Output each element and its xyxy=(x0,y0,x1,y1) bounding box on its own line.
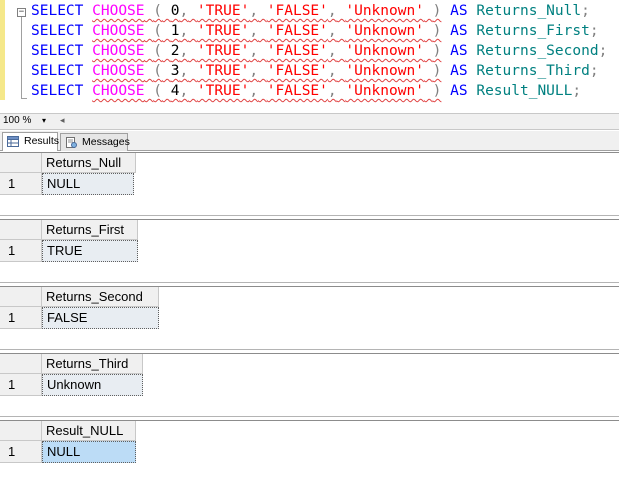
keyword-as: AS xyxy=(450,23,468,39)
grid-corner[interactable] xyxy=(0,354,42,374)
tab-label: Messages xyxy=(82,136,130,148)
keyword-select: SELECT xyxy=(31,43,84,59)
result-grid-2[interactable]: Returns_First 1 TRUE xyxy=(0,219,619,283)
grid-cell[interactable]: Unknown xyxy=(42,374,143,396)
zoom-bar: 100 % ▾ ◂ xyxy=(0,113,619,130)
result-grid-3[interactable]: Returns_Second 1 FALSE xyxy=(0,286,619,350)
column-header[interactable]: Returns_First xyxy=(42,220,138,240)
results-tab-strip: Results Messages xyxy=(0,131,619,151)
string-literal: 'Unknown' xyxy=(345,83,424,99)
collapse-icon[interactable]: − xyxy=(17,8,26,17)
function-choose: CHOOSE xyxy=(92,3,145,19)
string-literal: 'FALSE' xyxy=(266,3,328,19)
column-alias: Returns_Second xyxy=(476,43,599,59)
string-literal: 'Unknown' xyxy=(345,63,424,79)
string-literal: 'TRUE' xyxy=(196,3,250,19)
grid-corner[interactable] xyxy=(0,421,42,441)
row-header[interactable]: 1 xyxy=(0,240,42,262)
row-header[interactable]: 1 xyxy=(0,374,42,396)
keyword-select: SELECT xyxy=(31,23,84,39)
row-header[interactable]: 1 xyxy=(0,307,42,329)
string-literal: 'Unknown' xyxy=(345,3,424,19)
code-line-2[interactable]: SELECT CHOOSE ( 1, 'TRUE', 'FALSE', 'Unk… xyxy=(31,21,599,41)
change-margin xyxy=(0,0,5,100)
row-header[interactable]: 1 xyxy=(0,173,42,195)
fold-guide-end xyxy=(21,98,27,99)
result-grid-1[interactable]: Returns_Null 1 NULL xyxy=(0,152,619,216)
column-header[interactable]: Result_NULL xyxy=(42,421,136,441)
function-choose: CHOOSE xyxy=(92,63,145,79)
grid-icon xyxy=(7,136,19,147)
string-literal: 'TRUE' xyxy=(196,83,250,99)
column-alias: Result_NULL xyxy=(476,83,573,99)
grid-cell[interactable]: FALSE xyxy=(42,307,159,329)
code-line-4[interactable]: SELECT CHOOSE ( 3, 'TRUE', 'FALSE', 'Unk… xyxy=(31,61,599,81)
grid-cell-selected[interactable]: NULL xyxy=(42,441,136,463)
result-grid-4[interactable]: Returns_Third 1 Unknown xyxy=(0,353,619,417)
column-header[interactable]: Returns_Second xyxy=(42,287,159,307)
grid-cell[interactable]: NULL xyxy=(42,173,134,195)
keyword-as: AS xyxy=(450,83,468,99)
code-line-3[interactable]: SELECT CHOOSE ( 2, 'TRUE', 'FALSE', 'Unk… xyxy=(31,41,607,61)
string-literal: 'TRUE' xyxy=(196,43,250,59)
column-header[interactable]: Returns_Null xyxy=(42,153,136,173)
keyword-select: SELECT xyxy=(31,83,84,99)
column-alias: Returns_Third xyxy=(476,63,590,79)
column-alias: Returns_Null xyxy=(476,3,582,19)
code-line-1[interactable]: SELECT CHOOSE ( 0, 'TRUE', 'FALSE', 'Unk… xyxy=(31,1,590,21)
string-literal: 'TRUE' xyxy=(196,23,250,39)
string-literal: 'FALSE' xyxy=(266,63,328,79)
string-literal: 'TRUE' xyxy=(196,63,250,79)
keyword-as: AS xyxy=(450,63,468,79)
keyword-select: SELECT xyxy=(31,63,84,79)
zoom-dropdown-icon[interactable]: ▾ xyxy=(42,116,46,125)
tab-label: Results xyxy=(24,135,60,147)
grid-cell[interactable]: TRUE xyxy=(42,240,138,262)
fold-guide xyxy=(21,17,22,99)
tab-results[interactable]: Results xyxy=(2,132,60,151)
string-literal: 'Unknown' xyxy=(345,23,424,39)
string-literal: 'Unknown' xyxy=(345,43,424,59)
zoom-level[interactable]: 100 % xyxy=(3,115,31,126)
function-choose: CHOOSE xyxy=(92,43,145,59)
result-grid-5[interactable]: Result_NULL 1 NULL xyxy=(0,420,619,481)
messages-icon xyxy=(66,137,77,148)
grid-corner[interactable] xyxy=(0,220,42,240)
column-alias: Returns_First xyxy=(476,23,590,39)
tab-messages[interactable]: Messages xyxy=(60,133,130,151)
function-choose: CHOOSE xyxy=(92,83,145,99)
code-line-5[interactable]: SELECT CHOOSE ( 4, 'TRUE', 'FALSE', 'Unk… xyxy=(31,81,581,101)
scroll-left-icon[interactable]: ◂ xyxy=(60,115,65,126)
grid-corner[interactable] xyxy=(0,287,42,307)
string-literal: 'FALSE' xyxy=(266,43,328,59)
query-editor[interactable]: − SELECT CHOOSE ( 0, 'TRUE', 'FALSE', 'U… xyxy=(0,0,619,112)
keyword-as: AS xyxy=(450,3,468,19)
function-choose: CHOOSE xyxy=(92,23,145,39)
grid-corner[interactable] xyxy=(0,153,42,173)
string-literal: 'FALSE' xyxy=(266,83,328,99)
string-literal: 'FALSE' xyxy=(266,23,328,39)
keyword-as: AS xyxy=(450,43,468,59)
column-header[interactable]: Returns_Third xyxy=(42,354,143,374)
row-header[interactable]: 1 xyxy=(0,441,42,463)
keyword-select: SELECT xyxy=(31,3,84,19)
